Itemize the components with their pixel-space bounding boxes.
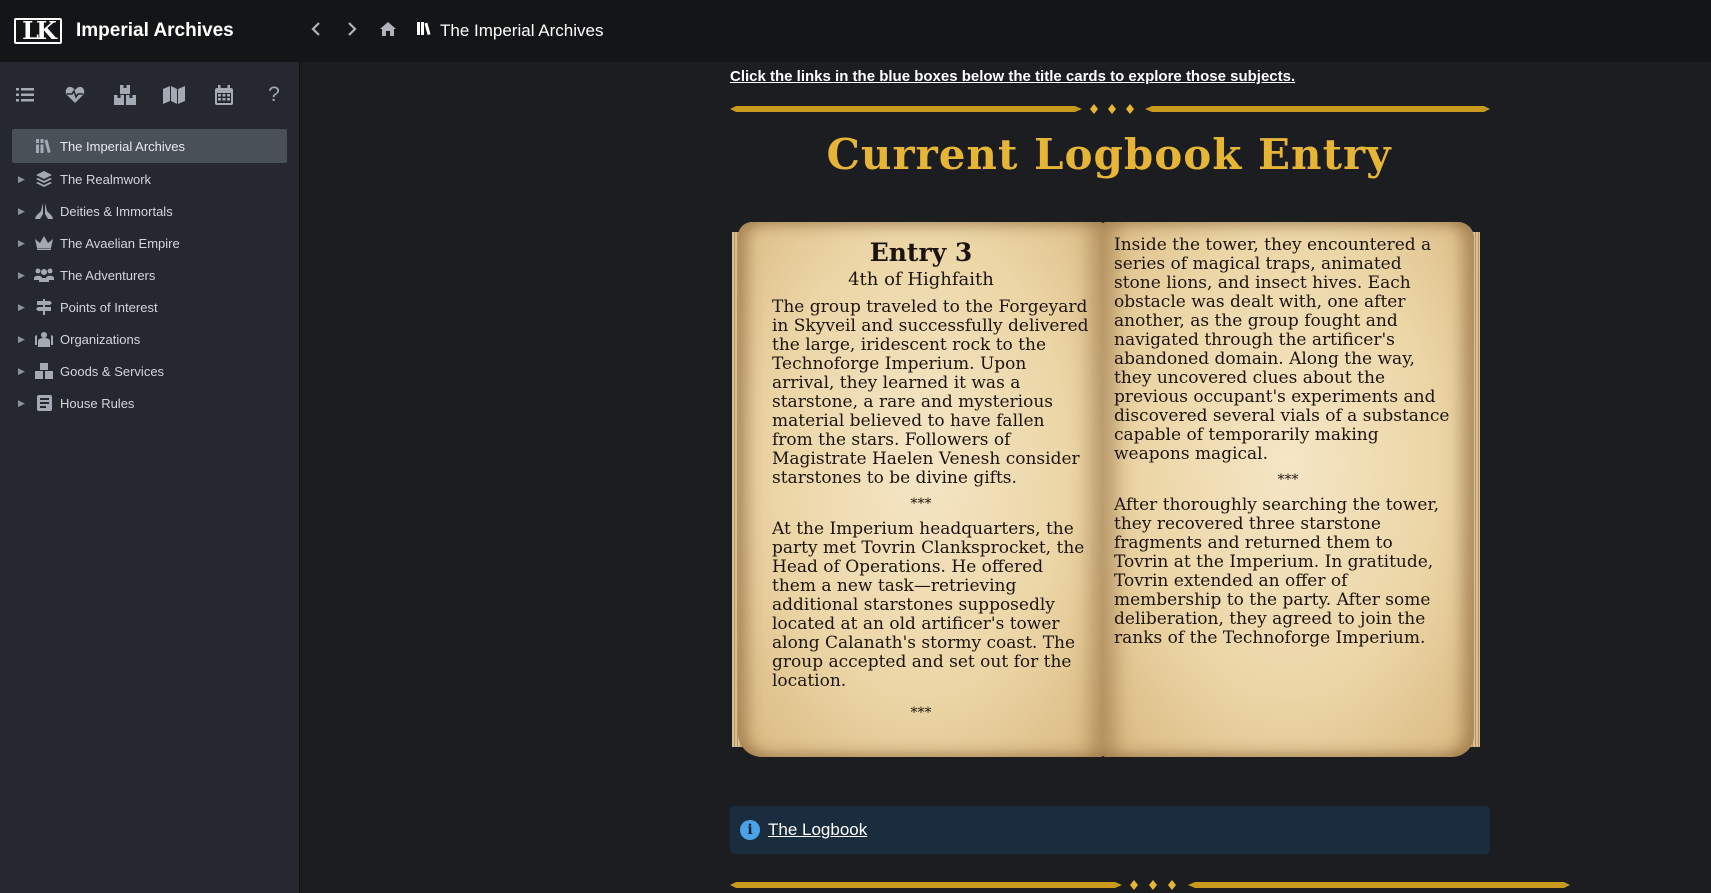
breadcrumb[interactable]: The Imperial Archives [417,21,603,41]
rulebook-icon [34,394,54,412]
boxes-icon[interactable] [113,84,136,106]
top-bar: LK Imperial Archives The Imperial Archiv… [0,0,1711,62]
caret-right-icon[interactable]: ▶ [18,334,30,345]
section-separator: *** [1277,472,1299,488]
ornamental-divider-bottom [730,880,1570,890]
layers-icon [34,170,54,188]
signpost-icon [34,298,54,316]
list-icon[interactable] [14,84,36,106]
breadcrumb-label[interactable]: The Imperial Archives [440,21,603,41]
home-icon[interactable] [379,21,397,42]
main-content: Click the links in the blue boxes below … [300,62,1711,893]
section-separator: *** [910,705,932,721]
entry-date: 4th of Highfaith [848,269,994,290]
back-icon[interactable] [307,21,325,42]
logbook-image: Entry 3 4th of Highfaith The group trave… [732,212,1480,772]
info-box: i The Logbook [730,806,1490,854]
sidebar-item-adventurers[interactable]: ▶ The Adventurers [0,259,299,291]
entry-paragraph: Inside the tower, they encountered a ser… [1114,235,1450,464]
brand[interactable]: LK Imperial Archives [0,0,300,62]
forward-icon[interactable] [343,21,361,42]
sidebar-item-label: The Realmwork [60,171,152,187]
caret-right-icon[interactable]: ▶ [18,174,30,185]
sidebar-item-label: Organizations [60,331,141,347]
help-icon[interactable]: ? [263,83,285,106]
sidebar-item-organizations[interactable]: ▶ Organizations [0,323,299,355]
sidebar-item-points-of-interest[interactable]: ▶ Points of Interest [0,291,299,323]
caret-right-icon[interactable]: ▶ [18,206,30,217]
calendar-icon[interactable] [213,84,235,106]
entry-paragraph: At the Imperium headquarters, the party … [772,519,1085,691]
users-icon [34,266,54,284]
entry-title: Entry 3 [869,238,973,267]
library-icon [417,21,432,41]
sidebar-item-goods-services[interactable]: ▶ Goods & Services [0,355,299,387]
sidebar-item-realmwork[interactable]: ▶ The Realmwork [0,163,299,195]
sidebar-toolbar: ? [0,62,299,126]
sidebar-item-label: The Avaelian Empire [60,235,180,251]
entry-paragraph: The group traveled to the Forgeyard in S… [772,297,1089,488]
sidebar-item-label: The Adventurers [60,267,156,283]
sidebar-item-label: Points of Interest [60,299,158,315]
sidebar-item-avaelian-empire[interactable]: ▶ The Avaelian Empire [0,227,299,259]
logo[interactable]: LK [14,18,62,44]
sidebar-tree: The Imperial Archives ▶ The Realmwork ▶ … [0,129,299,419]
sidebar-item-imperial-archives[interactable]: The Imperial Archives [12,129,287,163]
sidebar-item-label: Goods & Services [60,363,165,379]
sidebar-item-label: The Imperial Archives [60,138,185,154]
ornamental-divider-top [730,104,1490,114]
sidebar-item-house-rules[interactable]: ▶ House Rules [0,387,299,419]
section-separator: *** [910,496,932,512]
info-icon: i [740,820,760,840]
book-page-left: Entry 3 4th of Highfaith The group trave… [738,222,1104,757]
book-page-right: Inside the tower, they encountered a ser… [1102,222,1474,757]
library-icon [34,137,54,155]
app-title[interactable]: Imperial Archives [76,20,234,42]
crown-icon [34,234,54,252]
caret-right-icon[interactable]: ▶ [18,270,30,281]
entry-paragraph: After thoroughly searching the tower, th… [1114,495,1440,648]
logbook-link[interactable]: The Logbook [768,820,867,840]
sidebar-item-label: House Rules [60,395,135,411]
caret-right-icon[interactable]: ▶ [18,238,30,249]
caret-right-icon[interactable]: ▶ [18,302,30,313]
praying-hands-icon [34,202,54,220]
navigation: The Imperial Archives [307,21,603,42]
map-icon[interactable] [163,84,186,106]
sidebar-item-label: Deities & Immortals [60,203,173,219]
sidebar: ? The Imperial Archives ▶ The Realmwork … [0,62,300,893]
sidebar-item-deities[interactable]: ▶ Deities & Immortals [0,195,299,227]
boxes-icon [34,362,54,380]
heart-pulse-icon[interactable] [64,84,86,106]
section-title: Current Logbook Entry [826,130,1392,179]
hint-link[interactable]: Click the links in the blue boxes below … [730,68,1295,85]
group-icon [34,330,54,348]
caret-right-icon[interactable]: ▶ [18,398,30,409]
caret-right-icon[interactable]: ▶ [18,366,30,377]
